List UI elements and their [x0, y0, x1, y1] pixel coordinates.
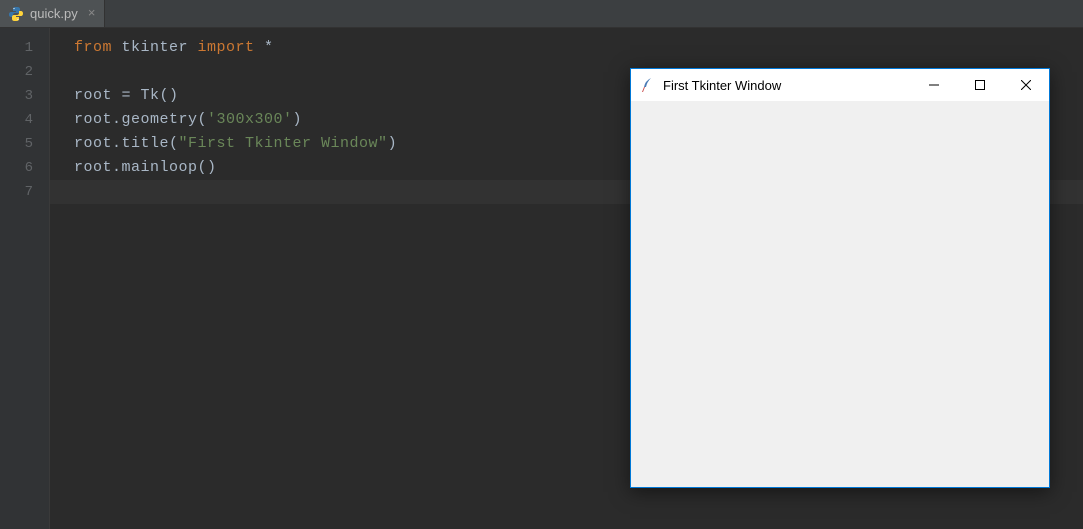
line-number: 7 [0, 180, 33, 204]
line-number: 3 [0, 84, 33, 108]
line-number: 4 [0, 108, 33, 132]
window-titlebar[interactable]: First Tkinter Window [631, 69, 1049, 101]
python-file-icon [8, 6, 24, 22]
close-button[interactable] [1003, 69, 1049, 101]
line-number: 6 [0, 156, 33, 180]
tkinter-app-window[interactable]: First Tkinter Window [630, 68, 1050, 488]
window-title: First Tkinter Window [663, 78, 911, 93]
tab-filename: quick.py [30, 6, 78, 21]
close-tab-icon[interactable]: × [88, 6, 96, 21]
line-number: 1 [0, 36, 33, 60]
line-number: 2 [0, 60, 33, 84]
window-controls [911, 69, 1049, 101]
minimize-button[interactable] [911, 69, 957, 101]
file-tab[interactable]: quick.py × [0, 0, 105, 27]
maximize-button[interactable] [957, 69, 1003, 101]
code-line: from tkinter import * [74, 36, 1083, 60]
tab-bar: quick.py × [0, 0, 1083, 28]
line-number: 5 [0, 132, 33, 156]
line-number-gutter: 1 2 3 4 5 6 7 [0, 28, 50, 529]
tkinter-feather-icon [639, 77, 655, 93]
tkinter-window-content [631, 101, 1049, 487]
